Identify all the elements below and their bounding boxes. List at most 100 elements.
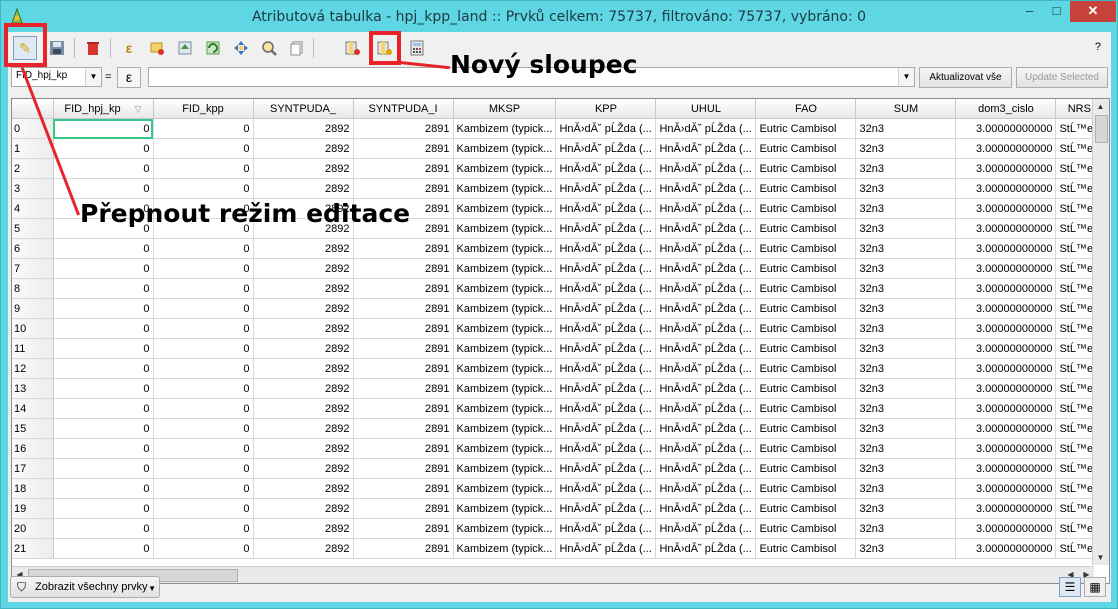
table-cell[interactable]: Eutric Cambisol [755, 318, 857, 339]
table-cell[interactable]: 0 [153, 278, 254, 299]
table-cell[interactable]: Kambizem (typick... [453, 198, 557, 219]
vertical-scrollbar[interactable]: ▲ ▼ [1092, 99, 1109, 565]
column-header[interactable]: dom3_cislo [955, 99, 1057, 119]
table-cell[interactable]: HnĂ›dĂ˘ pĹŽda (... [655, 438, 757, 459]
table-cell[interactable]: Kambizem (typick... [453, 418, 557, 439]
field-calculator-button[interactable] [405, 36, 429, 60]
table-cell[interactable]: 0 [53, 538, 154, 559]
table-cell[interactable]: Kambizem (typick... [453, 438, 557, 459]
table-cell[interactable]: Kambizem (typick... [453, 258, 557, 279]
table-cell[interactable]: Eutric Cambisol [755, 418, 857, 439]
delete-column-button[interactable] [341, 36, 365, 60]
row-number[interactable]: 12 [12, 358, 54, 379]
table-cell[interactable]: Kambizem (typick... [453, 338, 557, 359]
table-cell[interactable]: 2891 [353, 298, 454, 319]
table-cell[interactable]: 0 [153, 238, 254, 259]
table-cell[interactable]: HnĂ›dĂ˘ pĹŽda (... [555, 378, 657, 399]
close-button[interactable]: ✕ [1070, 1, 1116, 22]
table-cell[interactable]: 0 [153, 438, 254, 459]
table-cell[interactable]: Kambizem (typick... [453, 118, 557, 139]
table-row[interactable]: 9 0 0 2892 2891 Kambizem (typick... HnĂ›dĂ˘ pĹ… [12, 298, 1104, 319]
row-number[interactable]: 1 [12, 138, 54, 159]
table-cell[interactable]: 0 [153, 358, 254, 379]
table-cell[interactable]: Kambizem (typick... [453, 358, 557, 379]
table-cell[interactable]: HnĂ›dĂ˘ pĹŽda (... [555, 458, 657, 479]
table-cell[interactable]: 3.00000000000 [955, 498, 1057, 519]
table-cell[interactable]: 2892 [253, 458, 354, 479]
table-cell[interactable]: 2892 [253, 278, 354, 299]
table-cell[interactable]: 2891 [353, 518, 454, 539]
table-cell[interactable]: HnĂ›dĂ˘ pĹŽda (... [555, 278, 657, 299]
table-cell[interactable]: Eutric Cambisol [755, 218, 857, 239]
table-cell[interactable]: 2891 [353, 158, 454, 179]
table-cell[interactable]: Eutric Cambisol [755, 178, 857, 199]
column-header[interactable]: SYNTPUDA_ [253, 99, 354, 119]
table-cell[interactable]: 0 [53, 238, 154, 259]
table-cell[interactable]: 3.00000000000 [955, 478, 1057, 499]
table-row[interactable]: 1 0 0 2892 2891 Kambizem (typick... HnĂ›dĂ˘ pĹ… [12, 138, 1104, 159]
table-row[interactable]: 3 0 0 2892 2891 Kambizem (typick... HnĂ›dĂ˘ pĹ… [12, 178, 1104, 199]
table-cell[interactable]: Eutric Cambisol [755, 498, 857, 519]
column-header[interactable]: FID_kpp [153, 99, 254, 119]
table-cell[interactable]: 0 [153, 118, 254, 139]
table-cell[interactable]: HnĂ›dĂ˘ pĹŽda (... [555, 518, 657, 539]
table-cell[interactable]: 32n3 [855, 158, 957, 179]
table-cell[interactable]: 2892 [253, 158, 354, 179]
table-cell[interactable]: 32n3 [855, 238, 957, 259]
table-cell[interactable]: Kambizem (typick... [453, 378, 557, 399]
table-row[interactable]: 15 0 0 2892 2891 Kambizem (typick... HnĂ›dĂ˘ p… [12, 418, 1104, 439]
table-cell[interactable]: 2891 [353, 398, 454, 419]
table-cell[interactable]: 0 [153, 258, 254, 279]
table-cell[interactable]: HnĂ›dĂ˘ pĹŽda (... [655, 378, 757, 399]
table-cell[interactable]: 2891 [353, 418, 454, 439]
table-cell[interactable]: HnĂ›dĂ˘ pĹŽda (... [655, 218, 757, 239]
table-cell[interactable]: Kambizem (typick... [453, 498, 557, 519]
table-cell[interactable]: Eutric Cambisol [755, 238, 857, 259]
row-number[interactable]: 3 [12, 178, 54, 199]
table-cell[interactable]: HnĂ›dĂ˘ pĹŽda (... [555, 338, 657, 359]
table-cell[interactable]: HnĂ›dĂ˘ pĹŽda (... [555, 498, 657, 519]
table-cell[interactable]: HnĂ›dĂ˘ pĹŽda (... [555, 298, 657, 319]
table-row[interactable]: 18 0 0 2892 2891 Kambizem (typick... HnĂ›dĂ˘ p… [12, 478, 1104, 499]
invert-selection-button[interactable] [201, 36, 225, 60]
table-cell[interactable]: 0 [53, 278, 154, 299]
table-cell[interactable]: 32n3 [855, 278, 957, 299]
row-number[interactable]: 7 [12, 258, 54, 279]
row-number[interactable]: 19 [12, 498, 54, 519]
table-row[interactable]: 8 0 0 2892 2891 Kambizem (typick... HnĂ›dĂ˘ pĹ… [12, 278, 1104, 299]
table-cell[interactable]: 2892 [253, 358, 354, 379]
table-cell[interactable]: 0 [53, 138, 154, 159]
table-cell[interactable]: Eutric Cambisol [755, 538, 857, 559]
row-number[interactable]: 4 [12, 198, 54, 219]
table-cell[interactable]: Eutric Cambisol [755, 338, 857, 359]
table-cell[interactable]: 2892 [253, 338, 354, 359]
table-cell[interactable]: Eutric Cambisol [755, 458, 857, 479]
table-row[interactable]: 12 0 0 2892 2891 Kambizem (typick... HnĂ›dĂ˘ p… [12, 358, 1104, 379]
table-cell[interactable]: 0 [53, 478, 154, 499]
table-cell[interactable]: HnĂ›dĂ˘ pĹŽda (... [655, 358, 757, 379]
table-cell[interactable]: 0 [153, 318, 254, 339]
row-number[interactable]: 21 [12, 538, 54, 559]
table-cell[interactable]: Kambizem (typick... [453, 278, 557, 299]
table-cell[interactable]: 0 [153, 498, 254, 519]
table-row[interactable]: 20 0 0 2892 2891 Kambizem (typick... HnĂ›dĂ˘ p… [12, 518, 1104, 539]
table-cell[interactable]: 32n3 [855, 338, 957, 359]
table-cell[interactable]: 3.00000000000 [955, 298, 1057, 319]
table-cell[interactable]: 32n3 [855, 358, 957, 379]
table-cell[interactable]: 3.00000000000 [955, 438, 1057, 459]
table-cell[interactable]: HnĂ›dĂ˘ pĹŽda (... [655, 458, 757, 479]
table-cell[interactable]: HnĂ›dĂ˘ pĹŽda (... [655, 198, 757, 219]
table-cell[interactable]: HnĂ›dĂ˘ pĹŽda (... [555, 478, 657, 499]
table-cell[interactable]: 32n3 [855, 298, 957, 319]
table-cell[interactable]: Eutric Cambisol [755, 518, 857, 539]
table-row[interactable]: 19 0 0 2892 2891 Kambizem (typick... HnĂ›dĂ˘ p… [12, 498, 1104, 519]
table-cell[interactable]: 32n3 [855, 538, 957, 559]
table-cell[interactable]: Kambizem (typick... [453, 398, 557, 419]
move-selection-top-button[interactable] [173, 36, 197, 60]
table-cell[interactable]: Kambizem (typick... [453, 298, 557, 319]
row-number[interactable]: 11 [12, 338, 54, 359]
table-cell[interactable]: 0 [153, 298, 254, 319]
table-row[interactable]: 16 0 0 2892 2891 Kambizem (typick... HnĂ›dĂ˘ p… [12, 438, 1104, 459]
form-view-button[interactable]: ☰ [1059, 577, 1081, 597]
table-row[interactable]: 6 0 0 2892 2891 Kambizem (typick... HnĂ›dĂ˘ pĹ… [12, 238, 1104, 259]
